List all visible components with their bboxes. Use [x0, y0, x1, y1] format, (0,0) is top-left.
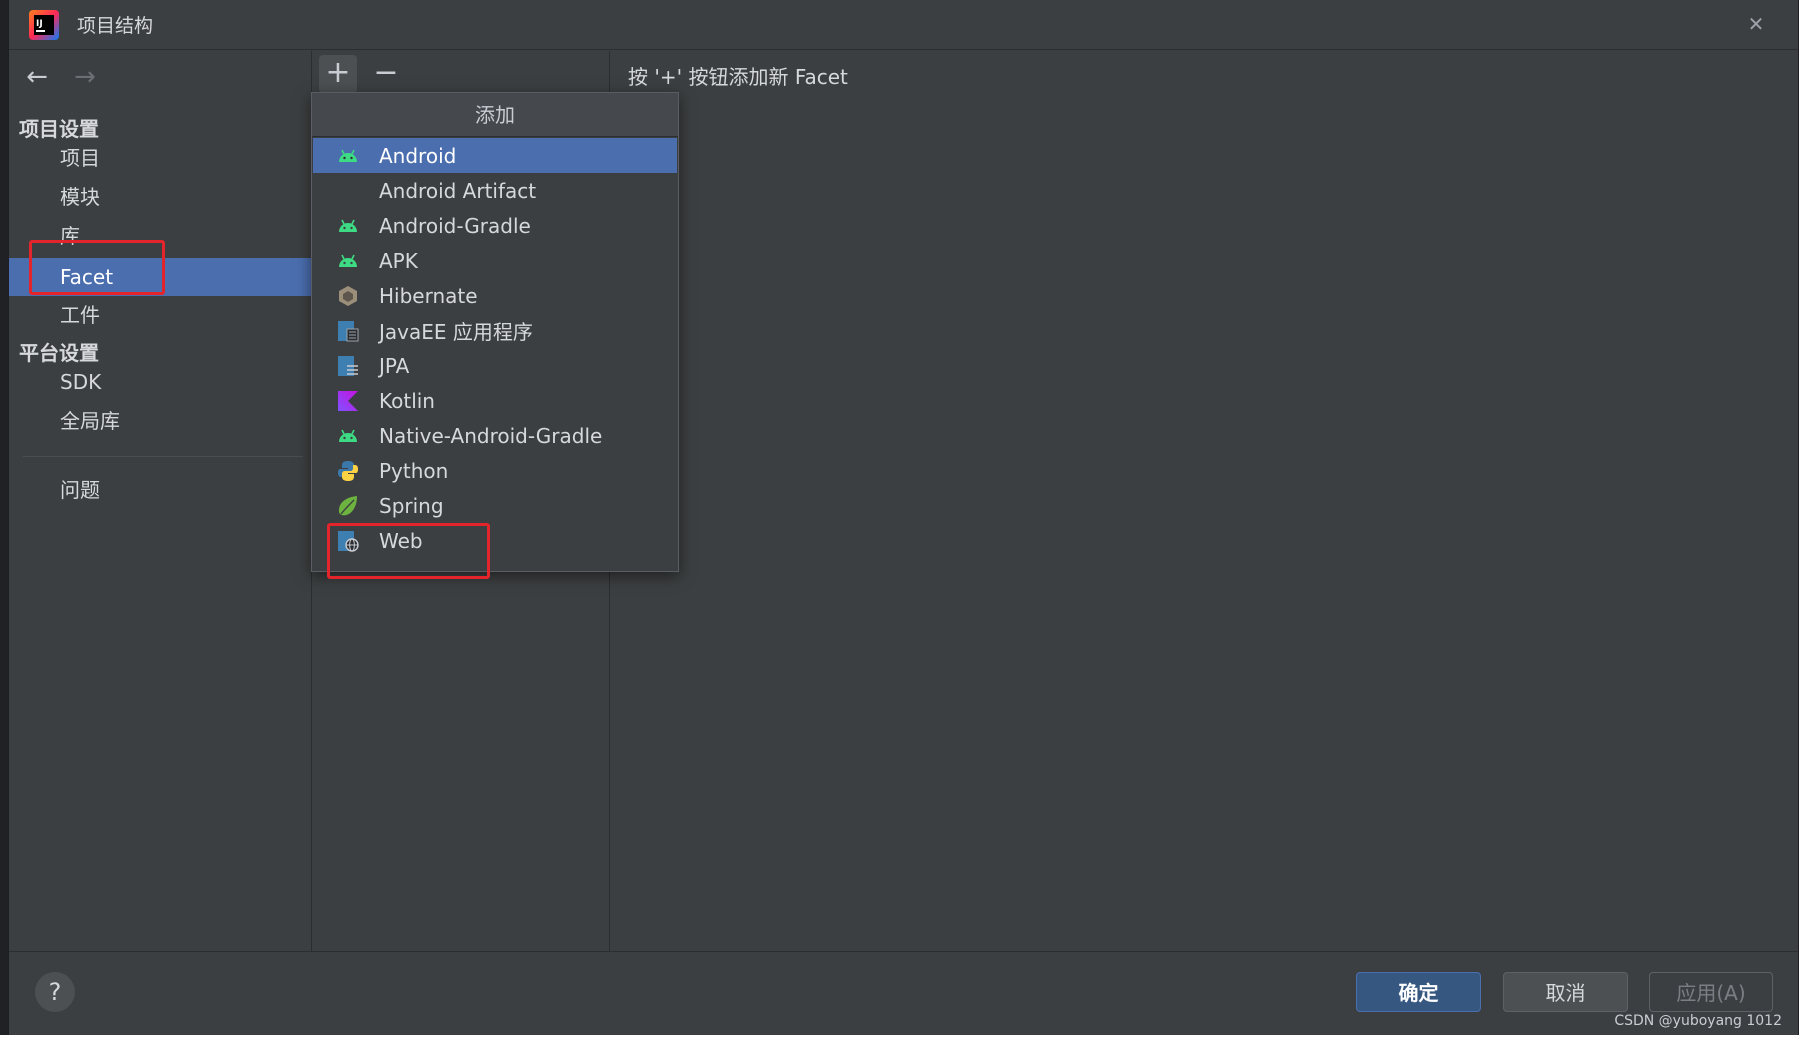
popup-item-apk[interactable]: APK	[313, 243, 677, 278]
kotlin-icon	[335, 388, 361, 414]
nav-item-sdk[interactable]: SDK	[9, 363, 312, 401]
popup-item-label: JavaEE 应用程序	[379, 320, 533, 344]
popup-item-android-gradle[interactable]: Android-Gradle	[313, 208, 677, 243]
empty-hint: 按 '+' 按钮添加新 Facet	[628, 65, 848, 89]
background-sliver-bottom	[0, 1035, 1807, 1041]
apply-button[interactable]: 应用(A)	[1649, 972, 1773, 1012]
popup-item-kotlin[interactable]: Kotlin	[313, 383, 677, 418]
svg-text:IJ: IJ	[36, 19, 43, 29]
popup-item-jpa[interactable]: JPA	[313, 348, 677, 383]
background-sliver-right	[1799, 0, 1807, 1041]
title-bar: IJ 项目结构 ✕	[9, 0, 1798, 50]
popup-item-hibernate[interactable]: Hibernate	[313, 278, 677, 313]
popup-item-label: APK	[379, 248, 418, 273]
section-project-settings: 项目设置	[19, 117, 99, 141]
popup-item-android-artifact[interactable]: Android Artifact	[313, 173, 677, 208]
annotation-box-facet	[29, 240, 165, 295]
dialog-footer: ? 确定 取消 应用(A) CSDN @yuboyang 1012	[9, 951, 1798, 1035]
add-facet-popup: 添加 Android Android Artifact Android-Grad…	[311, 92, 679, 572]
watermark: CSDN @yuboyang 1012	[1614, 1013, 1782, 1029]
annotation-box-web	[327, 523, 490, 579]
settings-nav: ← → 项目设置 项目 模块 库 Facet 工件 平台设置 SDK 全局库 问…	[9, 51, 312, 951]
window-title: 项目结构	[77, 15, 154, 37]
android-icon	[335, 248, 361, 274]
intellij-logo-icon: IJ	[29, 9, 59, 40]
spring-icon	[335, 493, 361, 519]
jpa-icon	[335, 353, 361, 379]
nav-item-project[interactable]: 项目	[9, 139, 312, 177]
nav-divider	[23, 456, 303, 457]
popup-title: 添加	[312, 93, 678, 137]
nav-item-artifacts[interactable]: 工件	[9, 296, 312, 334]
popup-item-label: Hibernate	[379, 283, 478, 308]
python-icon	[335, 458, 361, 484]
popup-item-android[interactable]: Android	[313, 138, 677, 173]
popup-item-label: JPA	[379, 353, 410, 378]
popup-item-label: Android	[379, 143, 457, 168]
project-structure-dialog: IJ 项目结构 ✕ ← → 项目设置 项目 模块 库 Facet 工件 平台设置…	[8, 0, 1799, 1035]
android-icon	[335, 213, 361, 239]
arrow-right-icon[interactable]: →	[71, 63, 99, 91]
android-icon	[335, 143, 361, 169]
nav-item-modules[interactable]: 模块	[9, 178, 312, 216]
section-platform-settings: 平台设置	[19, 341, 99, 365]
cancel-button[interactable]: 取消	[1503, 972, 1628, 1012]
popup-item-python[interactable]: Python	[313, 453, 677, 488]
arrow-left-icon[interactable]: ←	[23, 63, 51, 91]
ok-button[interactable]: 确定	[1356, 972, 1481, 1012]
popup-item-label: Spring	[379, 493, 444, 518]
remove-button[interactable]: −	[367, 55, 405, 93]
popup-item-label: Android-Gradle	[379, 213, 531, 238]
popup-item-label: Kotlin	[379, 388, 435, 413]
background-sliver-left	[0, 0, 8, 1041]
nav-item-problems[interactable]: 问题	[9, 471, 312, 509]
blank-icon	[335, 178, 361, 204]
android-icon	[335, 423, 361, 449]
close-icon[interactable]: ✕	[1744, 12, 1768, 36]
list-toolbar: + −	[319, 55, 405, 93]
facet-detail-panel: 按 '+' 按钮添加新 Facet	[611, 51, 1798, 951]
nav-arrows: ← →	[23, 63, 99, 91]
popup-item-spring[interactable]: Spring	[313, 488, 677, 523]
popup-item-native-android-gradle[interactable]: Native-Android-Gradle	[313, 418, 677, 453]
popup-item-label: Python	[379, 458, 449, 483]
help-button[interactable]: ?	[35, 972, 75, 1012]
nav-item-global-libraries[interactable]: 全局库	[9, 402, 312, 440]
javaee-icon	[335, 318, 361, 344]
hibernate-icon	[335, 283, 361, 309]
add-button[interactable]: +	[319, 55, 357, 93]
popup-item-label: Android Artifact	[379, 178, 537, 203]
popup-item-javaee[interactable]: JavaEE 应用程序	[313, 313, 677, 348]
popup-item-label: Native-Android-Gradle	[379, 423, 603, 448]
